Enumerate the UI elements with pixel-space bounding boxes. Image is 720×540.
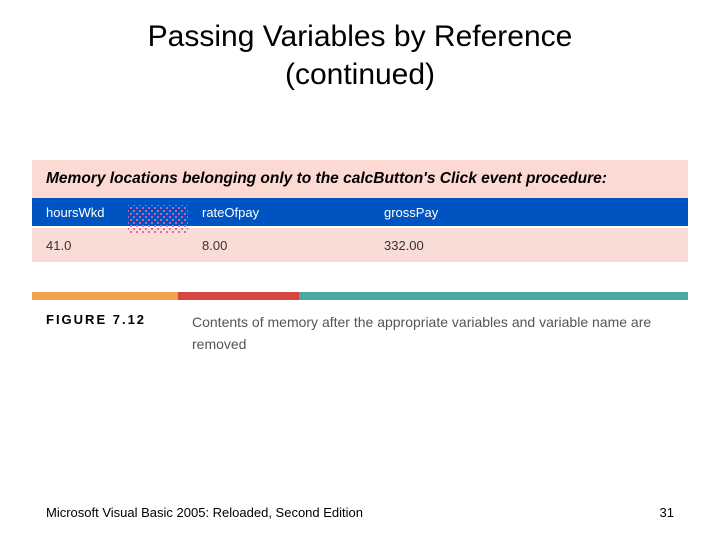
dot-pattern-icon (128, 205, 188, 233)
header-grosspay: grossPay (374, 205, 688, 220)
stripe-teal (299, 292, 688, 300)
title-line-1: Passing Variables by Reference (148, 20, 573, 53)
header-hourswkd: hoursWkd (32, 205, 192, 220)
value-grosspay: 332.00 (374, 238, 688, 253)
footer-book-title: Microsoft Visual Basic 2005: Reloaded, S… (46, 505, 363, 520)
figure-label: FIGURE 7.12 (32, 312, 192, 355)
stripe-red (178, 292, 299, 300)
table-header-row: hoursWkd rateOfpay grossPay (32, 198, 688, 226)
figure-caption-row: FIGURE 7.12 Contents of memory after the… (32, 300, 688, 355)
value-rateofpay: 8.00 (192, 238, 374, 253)
blank-row (32, 262, 688, 292)
footer-page-number: 31 (660, 505, 674, 520)
header-label: hoursWkd (46, 205, 105, 220)
title-line-2: (continued) (285, 58, 435, 91)
stripe-orange (32, 292, 178, 300)
value-hourswkd: 41.0 (32, 238, 192, 253)
figure-caption: Contents of memory after the appropriate… (192, 312, 688, 355)
header-rateofpay: rateOfpay (192, 205, 374, 220)
slide-title: Passing Variables by Reference (continue… (0, 0, 720, 93)
divider-stripes (32, 292, 688, 300)
figure-block: Memory locations belonging only to the c… (32, 160, 688, 355)
memory-banner: Memory locations belonging only to the c… (32, 160, 688, 198)
